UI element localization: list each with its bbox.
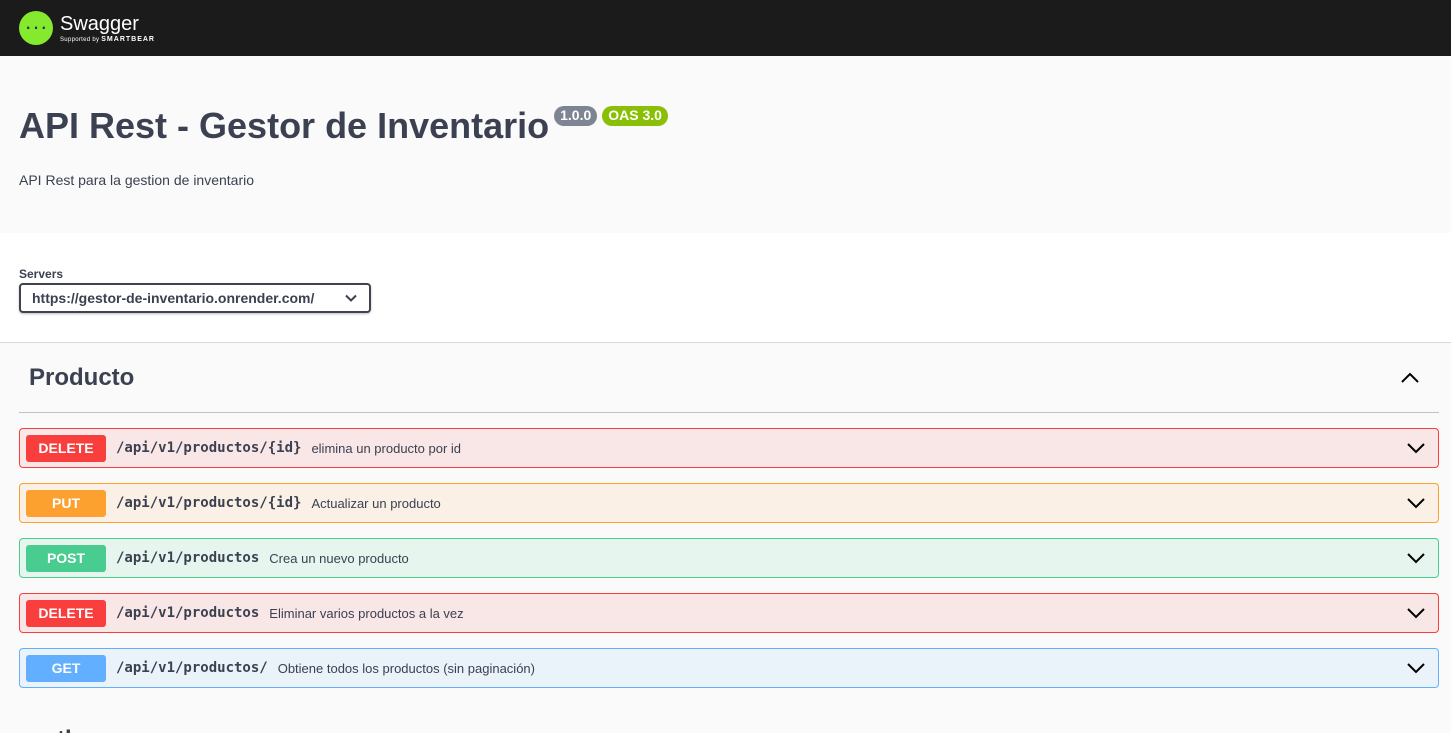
chevron-down-icon[interactable]	[1406, 658, 1426, 678]
chevron-down-icon[interactable]	[1406, 493, 1426, 513]
operation-put-producto-id[interactable]: PUT /api/v1/productos/{id} Actualizar un…	[19, 483, 1439, 523]
page-title: API Rest - Gestor de Inventario	[19, 105, 550, 146]
swagger-logo[interactable]: {···} Swagger Supported by SMARTBEAR	[19, 11, 155, 45]
operation-summary: Eliminar varios productos a la vez	[269, 605, 464, 621]
svg-text:{···}: {···}	[25, 22, 47, 37]
method-badge: POST	[26, 544, 106, 572]
api-info: API Rest - Gestor de Inventario 1.0.0 OA…	[0, 56, 1451, 233]
operation-delete-producto-id[interactable]: DELETE /api/v1/productos/{id} elimina un…	[19, 428, 1439, 468]
operation-path: /api/v1/productos/{id}	[116, 495, 302, 511]
operation-path: /api/v1/productos/	[116, 660, 268, 676]
operation-path: /api/v1/productos/{id}	[116, 440, 302, 456]
operation-get-productos[interactable]: GET /api/v1/productos/ Obtiene todos los…	[19, 648, 1439, 688]
operation-summary: Obtiene todos los productos (sin paginac…	[277, 660, 535, 676]
swagger-logo-icon: {···}	[19, 11, 53, 45]
tag-section-producto: Producto DELETE /api/v1/productos/{id} e…	[0, 343, 1451, 733]
tag-header-auth[interactable]: auth	[19, 708, 1439, 733]
chevron-down-icon[interactable]	[1406, 438, 1426, 458]
servers-selected-value: https://gestor-de-inventario.onrender.co…	[32, 290, 315, 306]
servers-section: Servers https://gestor-de-inventario.onr…	[0, 233, 1451, 343]
brand-subtitle: Supported by SMARTBEAR	[60, 36, 155, 43]
method-badge: GET	[26, 654, 106, 682]
operation-path: /api/v1/productos	[116, 550, 260, 566]
operation-post-productos[interactable]: POST /api/v1/productos Crea un nuevo pro…	[19, 538, 1439, 578]
api-description: API Rest para la gestion de inventario	[19, 172, 255, 188]
servers-label: Servers	[19, 267, 64, 281]
operation-path: /api/v1/productos	[116, 605, 260, 621]
brand-name: Swagger	[60, 13, 139, 35]
chevron-up-icon[interactable]	[1401, 372, 1419, 384]
tag-name: Producto	[29, 363, 135, 391]
servers-select[interactable]: https://gestor-de-inventario.onrender.co…	[19, 283, 371, 313]
version-badge: 1.0.0	[554, 106, 598, 126]
operation-summary: Crea un nuevo producto	[269, 550, 409, 566]
chevron-down-icon[interactable]	[1406, 548, 1426, 568]
tag-name: auth	[29, 726, 80, 733]
oas-badge: OAS 3.0	[602, 106, 668, 126]
topbar: {···} Swagger Supported by SMARTBEAR	[0, 0, 1451, 56]
method-badge: DELETE	[26, 599, 106, 627]
tag-header-producto[interactable]: Producto	[19, 343, 1439, 413]
operation-summary: elimina un producto por id	[311, 440, 462, 456]
operation-summary: Actualizar un producto	[311, 495, 441, 511]
method-badge: PUT	[26, 489, 106, 517]
operation-delete-productos[interactable]: DELETE /api/v1/productos Eliminar varios…	[19, 593, 1439, 633]
method-badge: DELETE	[26, 434, 106, 462]
chevron-down-icon	[345, 294, 357, 302]
chevron-down-icon[interactable]	[1406, 603, 1426, 623]
